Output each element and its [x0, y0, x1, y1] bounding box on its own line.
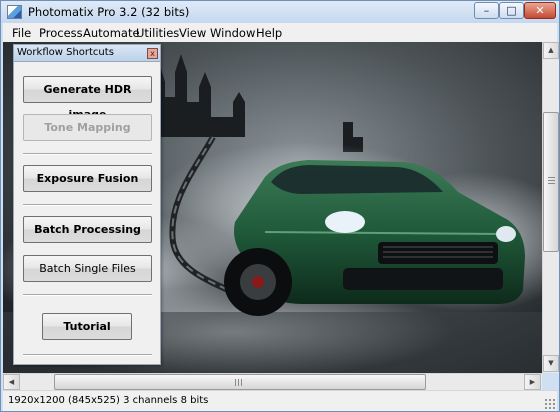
vertical-scrollbar[interactable]: ▲ ▼ — [542, 42, 559, 373]
panel-title: Workflow Shortcuts — [17, 47, 114, 58]
menu-bar: File Process Automate Utilities View Win… — [3, 23, 557, 42]
vertical-scroll-thumb[interactable] — [543, 112, 559, 252]
application-window: Photomatix Pro 3.2 (32 bits) – □ ✕ File … — [0, 0, 560, 412]
photomatix-app-icon[interactable] — [7, 5, 22, 19]
separator — [23, 294, 152, 296]
status-bar: 1920x1200 (845x525) 3 channels 8 bits — [3, 390, 557, 411]
menu-automate[interactable]: Automate — [83, 26, 140, 40]
horizontal-scroll-thumb[interactable] — [54, 374, 426, 390]
separator — [23, 204, 152, 206]
horizontal-scrollbar[interactable]: ◀ ▶ — [3, 373, 542, 390]
menu-view[interactable]: View — [179, 26, 206, 40]
resize-grip-icon[interactable] — [544, 398, 555, 409]
separator — [23, 354, 152, 356]
window-title: Photomatix Pro 3.2 (32 bits) — [28, 5, 190, 19]
menu-process[interactable]: Process — [39, 26, 83, 40]
menu-window[interactable]: Window — [210, 26, 255, 40]
scroll-down-arrow-icon[interactable]: ▼ — [543, 355, 559, 372]
exposure-fusion-button[interactable]: Exposure Fusion — [23, 165, 152, 192]
separator — [23, 153, 152, 155]
batch-single-files-button[interactable]: Batch Single Files — [23, 255, 152, 282]
workflow-shortcuts-panel: Workflow Shortcuts x Generate HDR image … — [13, 44, 161, 365]
menu-utilities[interactable]: Utilities — [136, 26, 179, 40]
image-info-text: 1920x1200 (845x525) 3 channels 8 bits — [8, 395, 209, 406]
grip-icon — [548, 177, 555, 185]
tone-mapping-button[interactable]: Tone Mapping — [23, 114, 152, 141]
generate-hdr-button[interactable]: Generate HDR image — [23, 76, 152, 121]
minimize-button[interactable]: – — [474, 2, 499, 19]
tutorial-button[interactable]: Tutorial — [42, 313, 132, 340]
menu-file[interactable]: File — [12, 26, 31, 40]
batch-processing-button[interactable]: Batch Processing — [23, 216, 152, 243]
scroll-right-arrow-icon[interactable]: ▶ — [524, 374, 541, 390]
scroll-up-arrow-icon[interactable]: ▲ — [543, 42, 559, 59]
title-bar[interactable]: Photomatix Pro 3.2 (32 bits) – □ ✕ — [1, 1, 559, 23]
panel-close-icon[interactable]: x — [147, 48, 158, 59]
panel-header[interactable]: Workflow Shortcuts x — [14, 45, 160, 62]
maximize-button[interactable]: □ — [499, 2, 524, 19]
menu-help[interactable]: Help — [256, 26, 282, 40]
scroll-left-arrow-icon[interactable]: ◀ — [3, 374, 20, 390]
grip-icon — [235, 379, 243, 386]
close-button[interactable]: ✕ — [524, 2, 556, 19]
